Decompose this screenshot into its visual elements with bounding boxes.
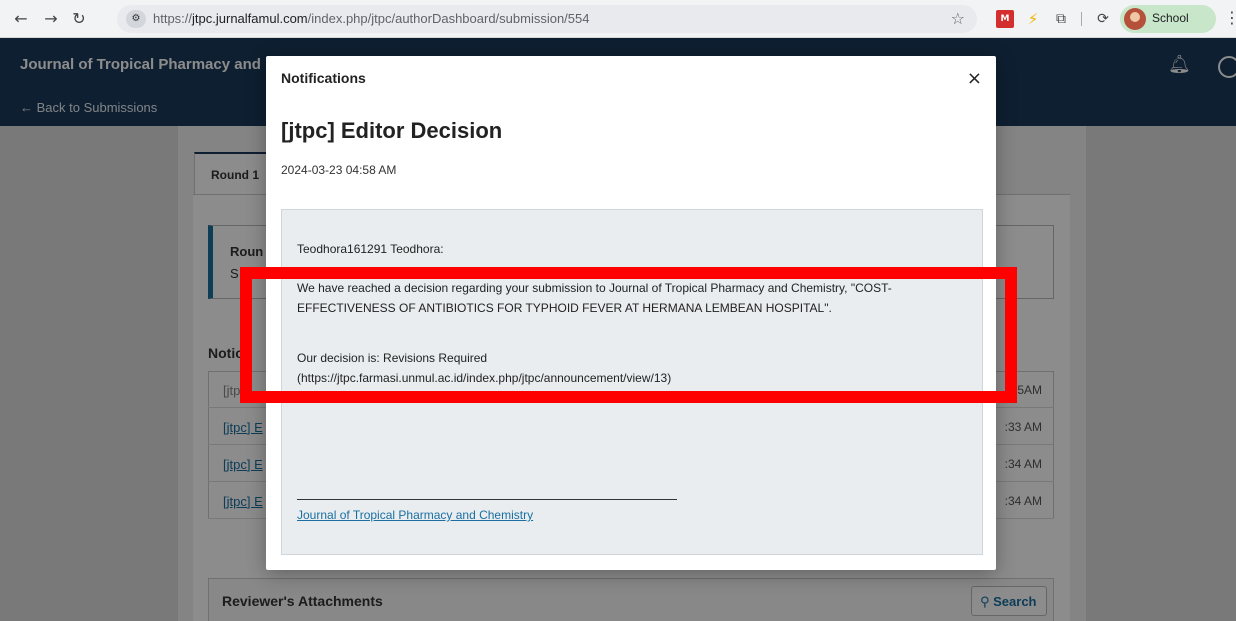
extensions-puzzle-icon[interactable]: ⧉ <box>1052 10 1070 28</box>
modal-title: Notifications <box>281 70 366 86</box>
browser-menu-icon[interactable]: ⋮ <box>1224 8 1236 27</box>
profile-button[interactable]: School <box>1120 5 1216 33</box>
address-bar[interactable]: ⚙ https://jtpc.jurnalfamul.com/index.php… <box>117 5 977 33</box>
toolbar-divider <box>1081 12 1082 26</box>
red-highlight-box <box>240 267 1017 403</box>
signature-divider <box>297 499 677 500</box>
message-greeting: Teodhora161291 Teodhora: <box>297 242 444 256</box>
avatar <box>1124 8 1146 30</box>
forward-arrow-icon[interactable]: → <box>40 8 62 30</box>
reload-icon[interactable]: ↻ <box>68 8 90 30</box>
site-info-icon[interactable]: ⚙ <box>126 10 146 28</box>
journal-footer-link[interactable]: Journal of Tropical Pharmacy and Chemist… <box>297 508 533 522</box>
url-text[interactable]: https://jtpc.jurnalfamul.com/index.php/j… <box>153 11 589 26</box>
profile-label: School <box>1152 11 1189 25</box>
decision-date: 2024-03-23 04:58 AM <box>281 163 397 177</box>
close-icon[interactable]: × <box>967 70 982 88</box>
decision-title: [jtpc] Editor Decision <box>281 118 503 143</box>
history-icon[interactable]: ⟳ <box>1094 10 1112 28</box>
extension-bolt-icon[interactable]: ⚡ <box>1024 10 1042 28</box>
extension-m-icon[interactable]: M <box>996 10 1014 28</box>
browser-toolbar: ← → ↻ ⚙ https://jtpc.jurnalfamul.com/ind… <box>0 0 1236 38</box>
back-arrow-icon[interactable]: ← <box>10 8 32 30</box>
bookmark-star-icon[interactable]: ☆ <box>951 9 965 28</box>
